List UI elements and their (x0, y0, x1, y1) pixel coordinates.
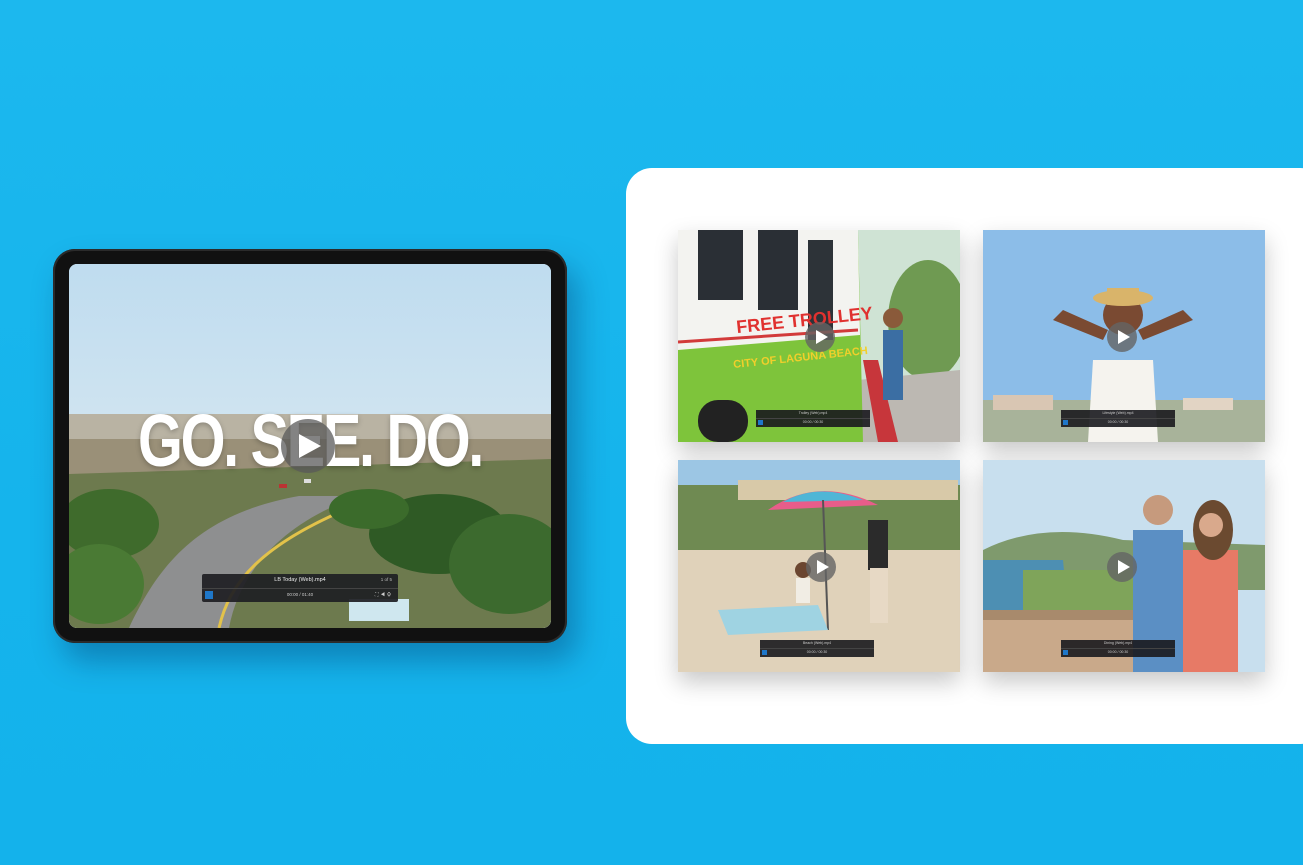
play-icon (299, 434, 321, 458)
tile-video-title: Trolley (Web).mp4 (798, 411, 828, 415)
tile-play-button[interactable] (805, 322, 835, 352)
tile-player-controls: Lifestyle (Web).mp4 00:00 / 00:30 (1061, 410, 1175, 427)
video-tile-lifestyle[interactable]: Lifestyle (Web).mp4 00:00 / 00:30 (983, 230, 1265, 442)
play-icon (816, 330, 828, 344)
video-gallery-panel: FREE TROLLEY CITY OF LAGUNA BEACH Trolle… (626, 168, 1303, 744)
video-tile-beach[interactable]: Beach (Web).mp4 00:00 / 00:30 (678, 460, 960, 672)
tile-video-title: Lifestyle (Web).mp4 (1102, 411, 1134, 415)
tile-video-time: 00:00 / 00:30 (1107, 420, 1129, 424)
video-player-controls: LB Today (Web).mp4 1 of 5 00:00 / 01:40 … (202, 574, 398, 602)
tile-controls-row: 00:00 / 00:30 (756, 418, 870, 427)
tile-video-title: Beach (Web).mp4 (802, 641, 832, 645)
video-time: 00:00 / 01:40 (286, 592, 314, 597)
tile-controls-row: 00:00 / 00:30 (1061, 418, 1175, 427)
video-tile-dining[interactable]: Dining (Web).mp4 00:00 / 00:30 (983, 460, 1265, 672)
tile-play-button[interactable] (806, 552, 836, 582)
settings-icon[interactable]: ⚙ (387, 592, 393, 598)
tile-video-title: Dining (Web).mp4 (1103, 641, 1133, 645)
tile-controls-row: 00:00 / 00:30 (1061, 648, 1175, 657)
video-count: 1 of 5 (380, 577, 392, 582)
tile-video-time: 00:00 / 00:30 (806, 650, 828, 654)
tile-controls-row: 00:00 / 00:30 (760, 648, 874, 657)
play-icon (1118, 560, 1130, 574)
video-title: LB Today (Web).mp4 (274, 577, 326, 583)
tablet-device: GO. SEE. DO. LB Today (Web).mp4 1 of 5 0… (53, 249, 567, 643)
tile-player-controls: Trolley (Web).mp4 00:00 / 00:30 (756, 410, 870, 427)
tile-player-controls: Beach (Web).mp4 00:00 / 00:30 (760, 640, 874, 657)
hero-video[interactable]: GO. SEE. DO. LB Today (Web).mp4 1 of 5 0… (69, 264, 551, 628)
tile-play-button[interactable] (1107, 552, 1137, 582)
video-tile-trolley[interactable]: FREE TROLLEY CITY OF LAGUNA BEACH Trolle… (678, 230, 960, 442)
tile-play-button[interactable] (1107, 322, 1137, 352)
play-icon (1118, 330, 1130, 344)
tile-video-time: 00:00 / 00:30 (802, 420, 824, 424)
player-controls-row: 00:00 / 01:40 ⛶◀⚙ (202, 588, 398, 602)
hero-play-button[interactable] (281, 419, 335, 473)
tile-video-time: 00:00 / 00:30 (1107, 650, 1129, 654)
player-icons: ⛶◀⚙ (375, 592, 393, 598)
tile-player-controls: Dining (Web).mp4 00:00 / 00:30 (1061, 640, 1175, 657)
play-icon (817, 560, 829, 574)
